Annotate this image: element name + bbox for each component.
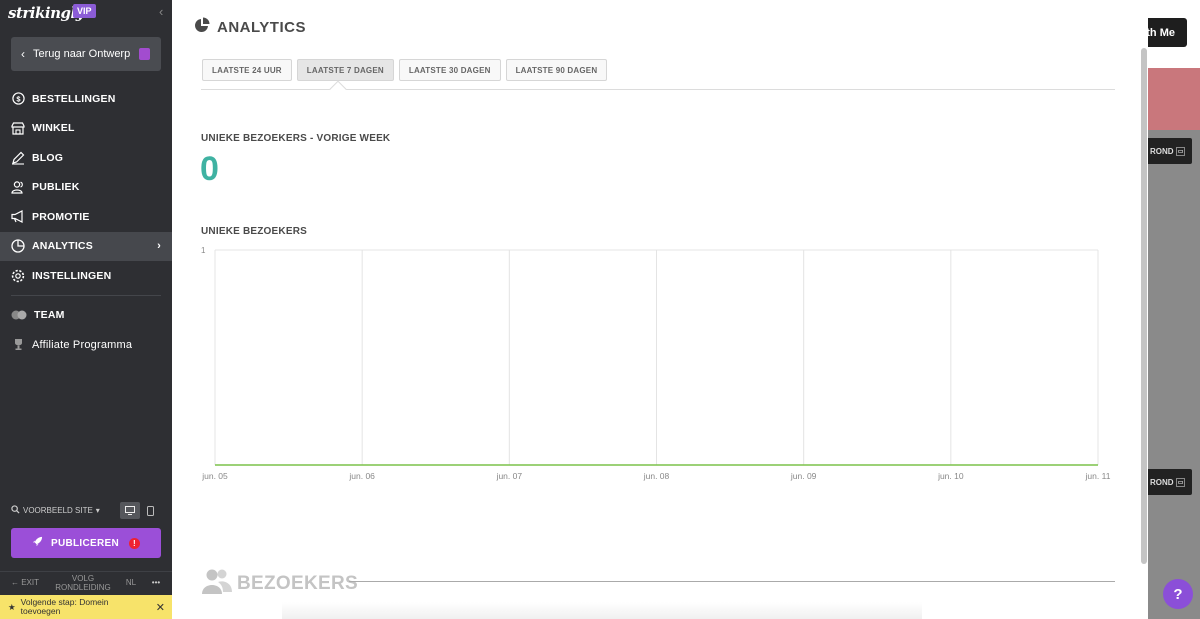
x-tick-label: jun. 08 [643, 471, 670, 481]
title-text: ANALYTICS [217, 18, 306, 36]
sidebar-item-analytics[interactable]: ANALYTICS › [0, 231, 172, 261]
search-icon [11, 505, 20, 516]
svg-text:$: $ [16, 95, 21, 104]
dollar-circle-icon: $ [11, 92, 25, 106]
sidebar-item-label: Affiliate Programma [32, 338, 133, 351]
tab-7d[interactable]: LAATSTE 7 DAGEN [296, 59, 394, 81]
mobile-view-button[interactable] [140, 502, 160, 519]
back-to-design-button[interactable]: ‹ Terug naar Ontwerp [11, 37, 161, 71]
back-label: Terug naar Ontwerp [33, 48, 131, 60]
page-title: ANALYTICS [194, 17, 306, 37]
team-icon [11, 308, 27, 322]
caret-down-icon: ▾ [95, 506, 100, 515]
sidebar-item-label: WINKEL [32, 122, 75, 135]
x-tick-label: jun. 07 [496, 471, 523, 481]
sidebar-item-affiliate[interactable]: Affiliate Programma [0, 330, 172, 360]
tab-90d[interactable]: LAATSTE 90 DAGEN [505, 59, 608, 81]
chevron-right-icon: › [157, 239, 161, 252]
desktop-view-button[interactable] [120, 502, 140, 519]
tab-24h[interactable]: LAATSTE 24 UUR [202, 59, 292, 81]
language-button[interactable]: NL [116, 578, 146, 587]
store-icon [11, 121, 25, 135]
chevron-left-icon: ‹ [21, 47, 25, 61]
sidebar-item-label: PROMOTIE [32, 210, 90, 223]
rocket-icon [32, 536, 43, 550]
sidebar-item-label: INSTELLINGEN [32, 269, 112, 282]
x-tick-label: jun. 05 [201, 471, 228, 481]
banner-text: toevoegen [20, 606, 61, 616]
active-tab-caret [329, 80, 347, 98]
sidebar-item-blog[interactable]: BLOG [0, 143, 172, 173]
gear-icon [11, 269, 25, 283]
pie-chart-icon [11, 239, 25, 253]
preview-label: VOORBEELD SITE [23, 506, 93, 515]
date-range-tabs: LAATSTE 24 UUR LAATSTE 7 DAGEN LAATSTE 3… [202, 59, 612, 81]
section-divider [349, 581, 1115, 582]
more-icon[interactable]: ••• [146, 578, 166, 587]
sidebar-item-store[interactable]: WINKEL [0, 114, 172, 144]
sidebar-item-settings[interactable]: INSTELLINGEN [0, 261, 172, 291]
sidebar-item-label: TEAM [34, 309, 65, 322]
publish-button[interactable]: PUBLICEREN ! [11, 528, 161, 558]
people-icon [202, 568, 232, 599]
tour-button[interactable]: VOLG RONDLEIDING [50, 574, 116, 592]
sidebar-item-label: BESTELLINGEN [32, 92, 116, 105]
x-tick-label: jun. 06 [348, 471, 375, 481]
next-step-banner[interactable]: ★ Volgende stap: Domein toevoegen ✕ [0, 595, 172, 619]
stat-value: 0 [200, 150, 219, 188]
sidebar: strikingly VIP ‹ ‹ Terug naar Ontwerp $ … [0, 0, 172, 619]
background-site: th Me ROND ▭ ROND ▭ [1136, 0, 1200, 619]
design-icon [139, 48, 150, 60]
star-icon: ★ [8, 601, 16, 612]
visitors-chart: 1 jun. 05 jun. 06 jun. 07 jun. 08 jun. 09 jun.… [201, 246, 1111, 481]
exit-button[interactable]: ← EXIT [0, 578, 50, 587]
vip-badge: VIP [73, 4, 96, 18]
tab-30d[interactable]: LAATSTE 30 DAGEN [398, 59, 501, 81]
arrow-left-icon: ← [10, 578, 22, 587]
sidebar-item-label: BLOG [32, 151, 64, 164]
pen-icon [11, 151, 25, 165]
device-toggle [120, 502, 160, 519]
close-icon[interactable]: ✕ [156, 601, 165, 614]
sidebar-item-label: ANALYTICS [32, 240, 93, 253]
x-tick-label: jun. 11 [1085, 471, 1111, 481]
trophy-icon [11, 338, 25, 352]
pie-chart-icon [194, 17, 210, 37]
background-banner [1148, 68, 1200, 130]
sidebar-item-team[interactable]: TEAM [0, 301, 172, 331]
divider [11, 294, 161, 296]
section-title: BEZOEKERS [237, 572, 358, 594]
help-button[interactable]: ? [1163, 579, 1193, 609]
panel-scrollbar[interactable] [1141, 48, 1147, 564]
analytics-panel: ANALYTICS LAATSTE 24 UUR LAATSTE 7 DAGEN… [172, 0, 1148, 619]
sidebar-footer: ← EXIT VOLG RONDLEIDING NL ••• [0, 571, 172, 593]
sidebar-nav: $ BESTELLINGEN WINKEL BLOG PUBLIEK PROMO… [0, 84, 172, 360]
sidebar-item-label: PUBLIEK [32, 181, 80, 194]
content-preview-shadow [282, 602, 922, 619]
warning-icon: ! [129, 537, 140, 549]
sidebar-item-orders[interactable]: $ BESTELLINGEN [0, 84, 172, 114]
sidebar-item-promotion[interactable]: PROMOTIE [0, 202, 172, 232]
people-icon [11, 180, 25, 194]
chart-title: UNIEKE BEZOEKERS [201, 226, 307, 237]
publish-label: PUBLICEREN [50, 537, 119, 549]
sidebar-item-audience[interactable]: PUBLIEK [0, 173, 172, 203]
stat-label: UNIEKE BEZOEKERS - VORIGE WEEK [201, 133, 391, 144]
collapse-sidebar-icon[interactable]: ‹ [159, 4, 163, 19]
megaphone-icon [11, 210, 25, 224]
x-tick-label: jun. 09 [790, 471, 817, 481]
preview-site-dropdown[interactable]: VOORBEELD SITE ▾ [11, 505, 100, 516]
x-tick-label: jun. 10 [937, 471, 964, 481]
visitors-section-header: BEZOEKERS [202, 568, 358, 599]
y-tick-label: 1 [201, 246, 206, 255]
